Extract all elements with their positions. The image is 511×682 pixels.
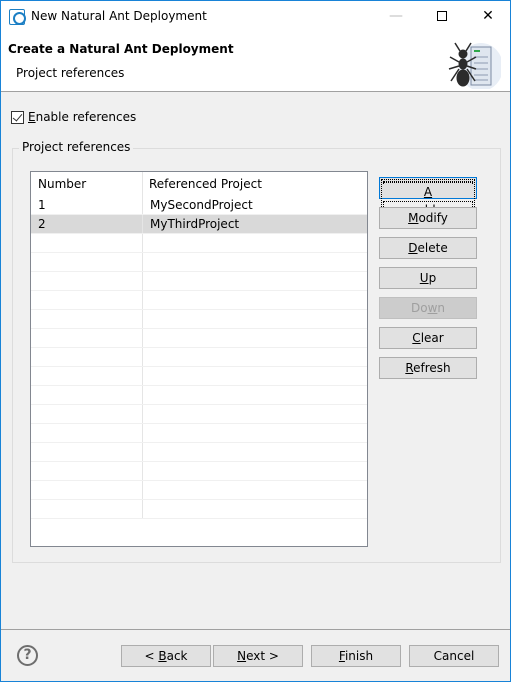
empty-cell <box>143 367 367 385</box>
empty-table-row <box>31 386 367 405</box>
empty-cell <box>31 291 143 309</box>
wizard-window: New Natural Ant Deployment — ✕ Create a … <box>0 0 511 682</box>
down-button: Down <box>379 297 477 319</box>
window-title: New Natural Ant Deployment <box>31 9 207 23</box>
cancel-button[interactable]: Cancel <box>409 645 499 667</box>
empty-cell <box>143 405 367 423</box>
empty-cell <box>31 481 143 499</box>
minimize-button[interactable]: — <box>373 1 419 32</box>
empty-table-row <box>31 462 367 481</box>
empty-cell <box>143 310 367 328</box>
cell-project: MySecondProject <box>150 198 253 212</box>
empty-table-row <box>31 424 367 443</box>
empty-table-row <box>31 253 367 272</box>
page-subtitle: Project references <box>16 66 125 80</box>
column-header-referenced-project[interactable]: Referenced Project <box>143 172 367 196</box>
maximize-button[interactable] <box>419 1 465 32</box>
empty-table-row <box>31 234 367 253</box>
empty-cell <box>31 272 143 290</box>
table-body: 1 MySecondProject 2 MyThirdProject <box>31 196 367 519</box>
maximize-icon <box>437 11 447 21</box>
table-header: Number Referenced Project <box>31 172 367 196</box>
page-title: Create a Natural Ant Deployment <box>8 42 234 56</box>
empty-cell <box>31 462 143 480</box>
back-button[interactable]: < Back <box>121 645 211 667</box>
finish-button[interactable]: Finish <box>311 645 401 667</box>
empty-cell <box>143 500 367 518</box>
empty-cell <box>31 367 143 385</box>
add-button[interactable]: Add <box>379 177 477 221</box>
cell-number: 2 <box>31 215 143 233</box>
enable-references-checkbox[interactable]: Enable references <box>11 110 136 124</box>
empty-cell <box>143 272 367 290</box>
table-row[interactable]: 1 MySecondProject <box>31 196 367 215</box>
empty-table-row <box>31 443 367 462</box>
empty-table-row <box>31 500 367 519</box>
next-button[interactable]: Next > <box>213 645 303 667</box>
empty-cell <box>31 424 143 442</box>
empty-cell <box>31 310 143 328</box>
empty-table-row <box>31 405 367 424</box>
modify-button[interactable]: Modify <box>379 207 477 229</box>
empty-cell <box>143 443 367 461</box>
help-icon[interactable]: ? <box>17 645 38 666</box>
title-bar: New Natural Ant Deployment — ✕ <box>1 1 510 32</box>
table-row[interactable]: 2 MyThirdProject <box>31 215 367 234</box>
group-label: Project references <box>19 140 134 154</box>
refresh-button[interactable]: Refresh <box>379 357 477 379</box>
empty-cell <box>143 481 367 499</box>
references-table[interactable]: Number Referenced Project 1 MySecondProje… <box>30 171 368 547</box>
close-button[interactable]: ✕ <box>465 1 511 32</box>
up-button[interactable]: Up <box>379 267 477 289</box>
empty-cell <box>143 329 367 347</box>
empty-cell <box>143 386 367 404</box>
close-icon: ✕ <box>482 8 494 24</box>
empty-cell <box>31 500 143 518</box>
empty-table-row <box>31 481 367 500</box>
enable-references-label: Enable references <box>28 110 137 124</box>
empty-cell <box>31 329 143 347</box>
app-icon <box>9 9 26 25</box>
empty-cell <box>143 291 367 309</box>
footer-separator <box>1 629 510 630</box>
ant-server-icon <box>448 42 501 89</box>
column-header-number[interactable]: Number <box>31 172 143 196</box>
empty-cell <box>143 234 367 252</box>
empty-cell <box>143 424 367 442</box>
empty-table-row <box>31 291 367 310</box>
clear-button[interactable]: Clear <box>379 327 477 349</box>
empty-cell <box>31 386 143 404</box>
empty-cell <box>31 234 143 252</box>
empty-cell <box>31 443 143 461</box>
empty-cell <box>143 348 367 366</box>
empty-cell <box>143 253 367 271</box>
empty-cell <box>31 348 143 366</box>
cell-project: MyThirdProject <box>150 217 240 231</box>
empty-cell <box>31 253 143 271</box>
cell-number: 1 <box>31 196 143 214</box>
delete-button[interactable]: Delete <box>379 237 477 259</box>
empty-table-row <box>31 348 367 367</box>
empty-table-row <box>31 272 367 291</box>
empty-cell <box>143 462 367 480</box>
empty-table-row <box>31 367 367 386</box>
checkbox-checked-icon[interactable] <box>11 110 24 124</box>
wizard-header: Create a Natural Ant Deployment Project … <box>1 32 510 92</box>
empty-cell <box>31 405 143 423</box>
empty-table-row <box>31 329 367 348</box>
empty-table-row <box>31 310 367 329</box>
